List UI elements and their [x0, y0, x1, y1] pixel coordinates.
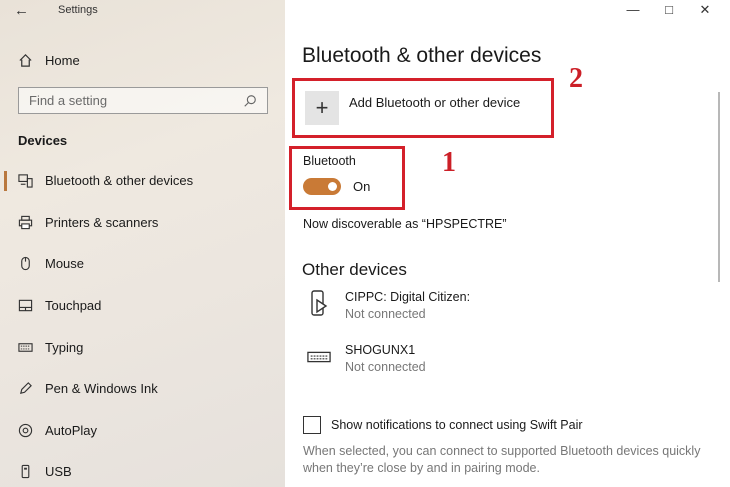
window-controls: — □ ✕ [626, 2, 712, 18]
swift-pair-label: Show notifications to connect using Swif… [331, 418, 583, 432]
device-item[interactable]: SHOGUNX1 Not connected [307, 343, 426, 374]
title-bar: ← Settings [0, 0, 285, 22]
sidebar-item-touchpad[interactable]: Touchpad [0, 285, 285, 327]
annotation-box-1 [289, 146, 405, 210]
device-status: Not connected [345, 307, 426, 321]
other-devices-title: Other devices [302, 260, 407, 279]
sidebar-item-mouse[interactable]: Mouse [0, 243, 285, 285]
annotation-box-2 [292, 78, 554, 138]
swift-pair-row: Show notifications to connect using Swif… [303, 416, 583, 434]
sidebar-item-label: AutoPlay [45, 422, 98, 438]
main-panel: — □ ✕ Bluetooth & other devices + Add Bl… [285, 0, 730, 487]
window-title: Settings [58, 4, 98, 16]
swift-pair-checkbox[interactable] [303, 416, 321, 434]
device-name: SHOGUNX1 [345, 343, 416, 357]
phone-device-icon [307, 290, 331, 318]
page-title: Bluetooth & other devices [302, 44, 542, 67]
sidebar-item-usb[interactable]: USB [0, 451, 285, 487]
sidebar-item-label: Home [45, 52, 80, 68]
sidebar-item-label: USB [45, 464, 72, 480]
keyboard-device-icon [307, 343, 331, 371]
sidebar-item-typing[interactable]: Typing [0, 326, 285, 368]
annotation-number-2: 2 [569, 63, 583, 94]
search-box[interactable] [18, 87, 268, 114]
sidebar-item-label: Touchpad [45, 298, 102, 314]
sidebar-item-label: Pen & Windows Ink [45, 381, 158, 397]
usb-icon [18, 464, 33, 479]
sidebar-item-pen[interactable]: Pen & Windows Ink [0, 368, 285, 410]
search-input[interactable] [29, 93, 243, 108]
annotation-number-1: 1 [442, 147, 456, 178]
pen-icon [18, 381, 33, 396]
device-text: CIPPC: Digital Citizen: Not connected [345, 290, 470, 321]
sidebar-item-bluetooth[interactable]: Bluetooth & other devices [0, 160, 285, 202]
printer-icon [18, 215, 33, 230]
sidebar-item-printers[interactable]: Printers & scanners [0, 202, 285, 244]
search-icon[interactable] [243, 94, 257, 108]
autoplay-icon [18, 423, 33, 438]
close-icon[interactable]: ✕ [698, 2, 712, 18]
sidebar-item-label: Mouse [45, 256, 85, 272]
sidebar-item-autoplay[interactable]: AutoPlay [0, 410, 285, 452]
home-icon [18, 53, 33, 68]
maximize-icon[interactable]: □ [662, 2, 676, 18]
sidebar-section-title: Devices [18, 133, 68, 148]
bluetooth-devices-icon [18, 173, 33, 188]
device-name: CIPPC: Digital Citizen: [345, 290, 471, 304]
device-text: SHOGUNX1 Not connected [345, 343, 426, 374]
mouse-icon [18, 256, 33, 271]
minimize-icon[interactable]: — [626, 2, 640, 18]
discoverable-text: Now discoverable as “HPSPECTRE” [303, 217, 507, 231]
sidebar-item-label: Printers & scanners [45, 214, 159, 230]
keyboard-icon [18, 340, 33, 355]
device-item[interactable]: CIPPC: Digital Citizen: Not connected [307, 290, 470, 321]
back-arrow-icon[interactable]: ← [14, 2, 29, 19]
sidebar: ← Settings Home Devices Bluetooth & othe… [0, 0, 285, 487]
sidebar-nav: Bluetooth & other devices Printers & sca… [0, 160, 285, 487]
sidebar-item-label: Typing [45, 339, 84, 355]
touchpad-icon [18, 298, 33, 313]
sidebar-item-home[interactable]: Home [18, 50, 80, 70]
sidebar-item-label: Bluetooth & other devices [45, 173, 194, 189]
scrollbar[interactable] [718, 92, 720, 282]
device-status: Not connected [345, 360, 426, 374]
swift-pair-description: When selected, you can connect to suppor… [303, 444, 701, 475]
